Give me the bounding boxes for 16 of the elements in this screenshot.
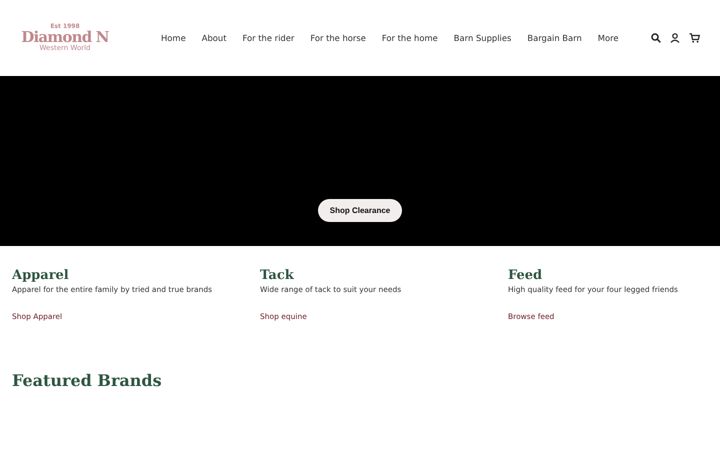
account-icon[interactable] [670,33,680,43]
cart-icon[interactable] [689,33,700,43]
category-title: Feed [508,268,544,283]
search-icon[interactable] [651,33,661,43]
nav-link[interactable]: For the home [382,33,438,43]
nav-link[interactable]: About [202,33,226,43]
nav-link[interactable]: More [598,33,619,43]
nav-link[interactable]: For the rider [242,33,294,43]
nav-link[interactable]: For the horse [310,33,366,43]
shop-clearance-button[interactable]: Shop Clearance [318,199,402,222]
category-title: Tack [260,268,295,283]
nav-link[interactable]: Bargain Barn [527,33,582,43]
nav-link[interactable]: Home [161,33,186,43]
section-heading: Featured Brands [12,371,163,390]
category-title: Apparel [12,268,70,283]
nav-link[interactable]: Barn Supplies [454,33,512,43]
